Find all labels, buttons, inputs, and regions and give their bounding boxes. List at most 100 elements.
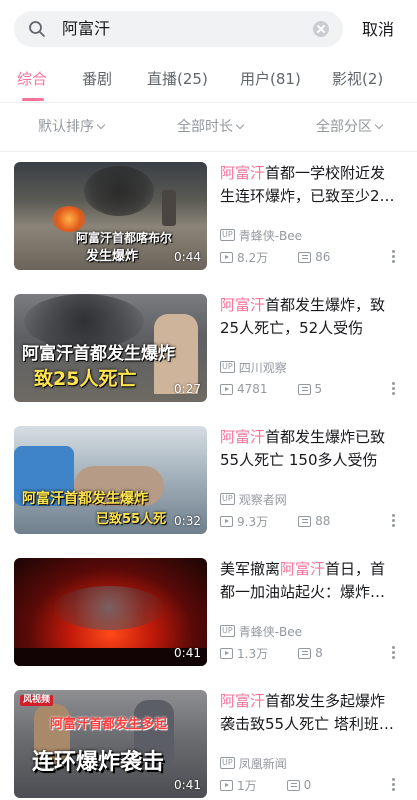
search-input[interactable]: 阿富汗 (14, 11, 343, 47)
video-duration: 0:41 (174, 778, 201, 792)
overlay-text: 阿富汗首都发生多起 (50, 717, 168, 732)
video-item[interactable]: 风视频 阿富汗首都发生多起 连环爆炸袭击 0:41 阿富汗首都发生多起爆炸袭击致… (0, 680, 417, 800)
overlay-text: 已致55人死 (96, 512, 167, 527)
filter-bar: 默认排序 全部时长 全部分区 (0, 103, 417, 151)
overlay-text: 发生爆炸 (86, 249, 139, 264)
danmaku-icon (297, 383, 311, 395)
author-row[interactable]: UP 青蜂侠-Bee (220, 227, 302, 243)
video-title[interactable]: 美军撤离阿富汗首日，首都一加油站起火：爆炸… (220, 558, 400, 604)
video-item[interactable]: 阿富汗首都发生爆炸 已致55人死 0:32 阿富汗首都发生爆炸已致55人死亡 1… (0, 416, 417, 536)
view-count: 8.2万 (237, 250, 269, 265)
result-tabs: 综合 番剧 直播(25) 用户(81) 影视(2) (0, 58, 417, 102)
overlay-text: 致25人死亡 (34, 368, 137, 390)
video-duration: 0:27 (174, 382, 201, 396)
danmaku-icon (286, 779, 300, 791)
tab-live[interactable]: 直播(25) (147, 68, 208, 90)
sort-filter-label: 默认排序 (38, 119, 94, 135)
video-title[interactable]: 阿富汗首都发生多起爆炸袭击致55人死亡 塔利班… (220, 690, 400, 736)
duration-filter[interactable]: 全部时长 (177, 117, 245, 137)
author-name: 四川观察 (238, 360, 287, 375)
video-title[interactable]: 阿富汗首都一学校附近发生连环爆炸，已致至少2… (220, 162, 400, 208)
danmaku-count: 86 (315, 250, 331, 264)
more-options-icon[interactable] (392, 646, 396, 662)
stats-row: 9.3万 88 (220, 513, 330, 529)
view-count: 4781 (237, 382, 268, 396)
author-row[interactable]: UP 四川观察 (220, 359, 287, 375)
video-title[interactable]: 阿富汗首都发生爆炸已致55人死亡 150多人受伤 (220, 426, 400, 472)
more-options-icon[interactable] (392, 382, 396, 398)
author-name: 青蜂侠-Bee (238, 624, 303, 639)
title-keyword: 阿富汗 (220, 428, 266, 446)
up-icon: UP (220, 493, 235, 505)
up-icon: UP (220, 229, 235, 241)
up-icon: UP (220, 361, 235, 373)
title-keyword: 阿富汗 (220, 296, 266, 314)
overlay-text: 阿富汗首都发生爆炸 (22, 491, 148, 507)
danmaku-count: 0 (303, 778, 312, 792)
video-item[interactable]: 阿富汗首都发生爆炸 致25人死亡 0:27 阿富汗首都发生爆炸，致25人死亡，5… (0, 284, 417, 404)
up-icon: UP (220, 757, 235, 769)
stats-row: 1.3万 8 (220, 645, 323, 661)
author-name: 观察者网 (238, 492, 287, 507)
danmaku-icon (298, 647, 312, 659)
duration-filter-label: 全部时长 (177, 119, 233, 135)
sort-filter[interactable]: 默认排序 (38, 117, 106, 137)
up-icon: UP (220, 625, 235, 637)
title-keyword: 阿富汗 (280, 560, 326, 578)
stats-row: 4781 5 (220, 381, 322, 397)
clear-icon[interactable] (313, 21, 329, 37)
author-row[interactable]: UP 凤凰新闻 (220, 755, 287, 771)
title-keyword: 阿富汗 (220, 164, 266, 182)
search-query-text: 阿富汗 (62, 19, 111, 38)
video-thumbnail[interactable]: 风视频 阿富汗首都发生多起 连环爆炸袭击 0:41 (14, 690, 207, 798)
play-count-icon (220, 779, 233, 791)
overlay-text: 阿富汗首都发生爆炸 (22, 344, 175, 364)
video-duration: 0:32 (174, 514, 201, 528)
video-thumbnail[interactable]: 0:41 (14, 558, 207, 666)
search-icon (29, 21, 45, 37)
play-count-icon (220, 383, 233, 395)
video-thumbnail[interactable]: 阿富汗首都发生爆炸 致25人死亡 0:27 (14, 294, 207, 402)
play-count-icon (220, 647, 233, 659)
view-count: 1.3万 (237, 646, 269, 661)
danmaku-count: 88 (315, 514, 331, 528)
stats-row: 1万 0 (220, 777, 311, 793)
play-count-icon (220, 251, 233, 263)
video-duration: 0:44 (174, 250, 201, 264)
overlay-text: 连环爆炸袭击 (32, 750, 165, 775)
chevron-down-icon (235, 120, 245, 130)
chevron-down-icon (96, 120, 106, 130)
stats-row: 8.2万 86 (220, 249, 330, 265)
author-row[interactable]: UP 观察者网 (220, 491, 287, 507)
overlay-text: 风视频 (20, 695, 54, 706)
video-duration: 0:41 (174, 646, 201, 660)
author-name: 凤凰新闻 (238, 756, 287, 771)
tab-film[interactable]: 影视(2) (332, 68, 383, 90)
cancel-button[interactable]: 取消 (362, 19, 394, 41)
more-options-icon[interactable] (392, 514, 396, 530)
title-text: 美军撤离 (220, 560, 281, 578)
tab-users[interactable]: 用户(81) (240, 68, 301, 90)
video-title[interactable]: 阿富汗首都发生爆炸，致25人死亡，52人受伤 (220, 294, 400, 340)
active-tab-indicator (22, 98, 44, 101)
video-thumbnail[interactable]: 阿富汗首都喀布尔 发生爆炸 0:44 (14, 162, 207, 270)
more-options-icon[interactable] (392, 250, 396, 266)
category-filter[interactable]: 全部分区 (316, 117, 384, 137)
search-header: 阿富汗 取消 (0, 0, 417, 58)
danmaku-count: 5 (314, 382, 323, 396)
more-options-icon[interactable] (392, 778, 396, 794)
author-name: 青蜂侠-Bee (238, 228, 303, 243)
video-thumbnail[interactable]: 阿富汗首都发生爆炸 已致55人死 0:32 (14, 426, 207, 534)
author-row[interactable]: UP 青蜂侠-Bee (220, 623, 302, 639)
video-item[interactable]: 阿富汗首都喀布尔 发生爆炸 0:44 阿富汗首都一学校附近发生连环爆炸，已致至少… (0, 152, 417, 272)
view-count: 1万 (237, 778, 257, 793)
video-item[interactable]: 0:41 美军撤离阿富汗首日，首都一加油站起火：爆炸… UP 青蜂侠-Bee 1… (0, 548, 417, 668)
overlay-text: 阿富汗首都喀布尔 (76, 231, 173, 245)
chevron-down-icon (374, 120, 384, 130)
play-count-icon (220, 515, 233, 527)
danmaku-icon (298, 515, 312, 527)
tab-bangumi[interactable]: 番剧 (82, 68, 112, 90)
category-filter-label: 全部分区 (316, 119, 372, 135)
view-count: 9.3万 (237, 514, 269, 529)
tab-all[interactable]: 综合 (17, 68, 47, 90)
